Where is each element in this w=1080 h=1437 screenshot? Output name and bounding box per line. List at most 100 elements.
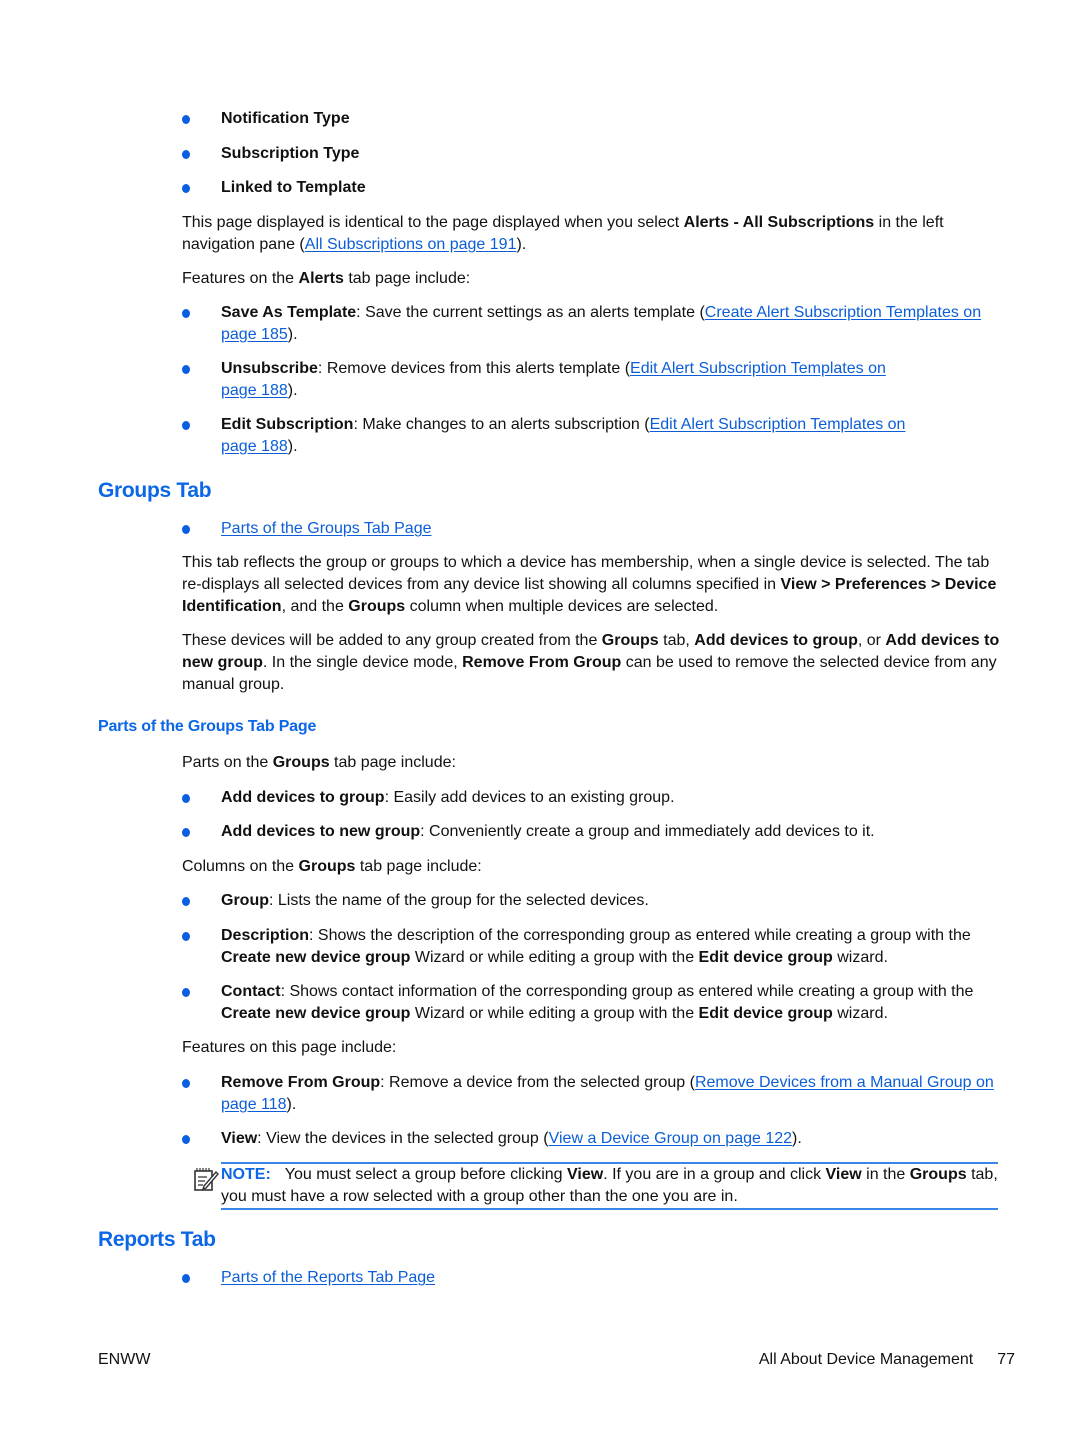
list-item-text: Add devices to group: Easily add devices… [221, 787, 1001, 809]
page-number: 77 [997, 1351, 1015, 1368]
bold-term: Save As Template [221, 304, 357, 321]
text: : Remove devices from this alerts templa… [317, 360, 631, 377]
list-item-text: Save As Template: Save the current setti… [221, 302, 1001, 346]
list-item-label: Subscription Type [221, 145, 360, 162]
text: in the [861, 1166, 910, 1183]
bold-term: Edit Subscription [221, 416, 354, 433]
text: , and the [281, 598, 349, 615]
bullet-icon [182, 421, 190, 430]
text: wizard. [832, 1005, 888, 1022]
text: : Easily add devices to an existing grou… [384, 789, 675, 806]
bullet-icon [182, 309, 190, 318]
text: tab page include: [355, 858, 482, 875]
bold-term: Remove From Group [221, 1074, 381, 1091]
text: tab, [658, 632, 695, 649]
groups-description-paragraph: This tab reflects the group or groups to… [182, 552, 1002, 618]
text: : View the devices in the selected group… [257, 1130, 549, 1147]
bold-term: Create new device group [221, 1005, 411, 1022]
bold-term: Groups [601, 632, 659, 649]
note-pencil-icon [194, 1168, 219, 1191]
bullet-icon [182, 828, 190, 837]
bold-term: Unsubscribe [221, 360, 318, 377]
bold-term: Create new device group [221, 949, 411, 966]
text: tab page include: [343, 270, 471, 287]
alerts-intro-paragraph: This page displayed is identical to the … [182, 212, 1002, 256]
bold-term: Alerts - All Subscriptions [683, 214, 875, 231]
reports-tab-heading: Reports Tab [98, 1228, 216, 1251]
footer-section-title: All About Device Management [758, 1351, 974, 1368]
text: Wizard or while editing a group with the [410, 1005, 699, 1022]
text: ). [516, 236, 527, 253]
text: Wizard or while editing a group with the [410, 949, 699, 966]
bold-term: View [221, 1130, 258, 1147]
groups-tab-heading: Groups Tab [98, 479, 212, 502]
bullet-icon [182, 184, 190, 193]
groups-parts-intro: Parts on the Groups tab page include: [182, 752, 1002, 774]
list-item-text: Unsubscribe: Remove devices from this al… [221, 358, 921, 402]
bold-term: Edit device group [698, 1005, 833, 1022]
bold-term: Groups [909, 1166, 967, 1183]
list-item-text: Add devices to new group: Conveniently c… [221, 821, 1001, 843]
note-callout: NOTE: You must select a group before clic… [221, 1162, 998, 1210]
bold-term: Add devices to group [694, 632, 858, 649]
bullet-icon [182, 1135, 190, 1144]
text: This page displayed is identical to the … [182, 214, 684, 231]
list-item-text: Description: Shows the description of th… [221, 925, 1001, 969]
bullet-icon [182, 150, 190, 159]
bullet-icon [182, 525, 190, 534]
document-page: Notification Type Subscription Type Link… [0, 0, 1080, 1437]
text: tab page include: [329, 754, 456, 771]
text: : Remove a device from the selected grou… [380, 1074, 695, 1091]
list-item-text: Remove From Group: Remove a device from … [221, 1072, 1001, 1116]
bold-term: View [825, 1166, 862, 1183]
bold-term: Groups [298, 858, 356, 875]
text: ). [287, 382, 298, 399]
bullet-icon [182, 932, 190, 941]
text: ). [286, 1096, 297, 1113]
view-device-group-link[interactable]: View a Device Group on page 122 [549, 1130, 792, 1147]
bullet-icon [182, 1079, 190, 1088]
text: . In the single device mode, [262, 654, 463, 671]
bullet-icon [182, 897, 190, 906]
text: , or [857, 632, 886, 649]
note-label: NOTE: [221, 1166, 271, 1183]
bold-term: Groups [272, 754, 330, 771]
bullet-icon [182, 115, 190, 124]
bullet-icon [182, 1274, 190, 1283]
text: ). [287, 438, 298, 455]
text: : Save the current settings as an alerts… [356, 304, 705, 321]
text: ). [287, 326, 298, 343]
bullet-icon [182, 794, 190, 803]
bold-term: Remove From Group [462, 654, 622, 671]
bold-term: Alerts [298, 270, 344, 287]
text: : Conveniently create a group and immedi… [420, 823, 875, 840]
text: : Shows contact information of the corre… [280, 983, 974, 1000]
text: . If you are in a group and click [603, 1166, 826, 1183]
list-item-text: Contact: Shows contact information of th… [221, 981, 1001, 1025]
bold-term: Add devices to new group [221, 823, 421, 840]
list-item-text: Group: Lists the name of the group for t… [221, 890, 1001, 912]
bullet-icon [182, 988, 190, 997]
footer-section: All About Device Management 77 [759, 1349, 1015, 1371]
list-item-label: Notification Type [221, 110, 350, 127]
alerts-features-intro: Features on the Alerts tab page include: [182, 268, 1002, 290]
text: : Lists the name of the group for the se… [269, 892, 649, 909]
parts-of-reports-tab-link[interactable]: Parts of the Reports Tab Page [221, 1267, 435, 1289]
list-item-text: Edit Subscription: Make changes to an al… [221, 414, 931, 458]
text: wizard. [832, 949, 888, 966]
text: Features on the [182, 270, 299, 287]
all-subscriptions-link[interactable]: All Subscriptions on page 191 [305, 236, 517, 253]
bold-term: Description [221, 927, 310, 944]
text: : Shows the description of the correspon… [309, 927, 971, 944]
bold-term: Contact [221, 983, 281, 1000]
bullet-icon [182, 365, 190, 374]
text: Parts on the [182, 754, 273, 771]
groups-columns-intro: Columns on the Groups tab page include: [182, 856, 1002, 878]
bold-term: Group [221, 892, 269, 909]
parts-of-groups-tab-link[interactable]: Parts of the Groups Tab Page [221, 518, 432, 540]
text: : Make changes to an alerts subscription… [353, 416, 650, 433]
bold-term: Groups [348, 598, 406, 615]
parts-of-groups-tab-subheading: Parts of the Groups Tab Page [98, 718, 317, 735]
list-item-text: View: View the devices in the selected g… [221, 1128, 1001, 1150]
text: You must select a group before clicking [284, 1166, 568, 1183]
